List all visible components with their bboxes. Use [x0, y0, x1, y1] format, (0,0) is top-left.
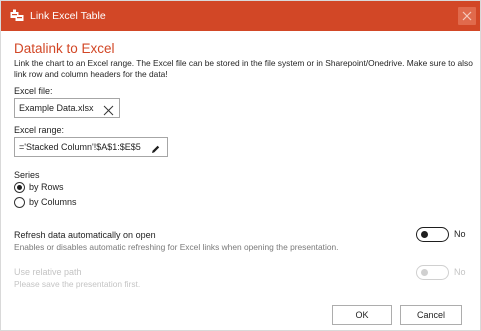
- window-title: Link Excel Table: [30, 10, 106, 22]
- relative-path-toggle-label: No: [454, 267, 466, 277]
- relative-path-description: Please save the presentation first.: [14, 279, 141, 289]
- page-description: Link the chart to an Excel range. The Ex…: [14, 58, 473, 79]
- excel-link-icon: [10, 9, 24, 23]
- refresh-description: Enables or disables automatic refreshing…: [14, 242, 339, 252]
- refresh-toggle[interactable]: [416, 227, 449, 242]
- remove-file-icon[interactable]: [103, 103, 114, 116]
- excel-range-field[interactable]: ='Stacked Column'!$A$1:$E$5: [14, 137, 168, 157]
- toggle-knob: [421, 269, 428, 276]
- relative-path-toggle[interactable]: [416, 265, 449, 280]
- pencil-icon[interactable]: [150, 142, 161, 153]
- excel-range-value: ='Stacked Column'!$A$1:$E$5: [19, 142, 141, 152]
- cancel-button[interactable]: Cancel: [400, 305, 462, 325]
- series-label: Series: [14, 170, 40, 180]
- toggle-knob: [421, 231, 428, 238]
- excel-file-field[interactable]: Example Data.xlsx: [14, 98, 120, 118]
- close-button[interactable]: [458, 7, 476, 25]
- page-title: Datalink to Excel: [14, 41, 115, 56]
- relative-path-label: Use relative path: [14, 267, 82, 277]
- radio-label-by-columns: by Columns: [29, 197, 77, 207]
- refresh-label: Refresh data automatically on open: [14, 230, 156, 240]
- close-icon: [462, 11, 472, 21]
- radio-by-rows[interactable]: [14, 182, 25, 193]
- radio-by-columns[interactable]: [14, 197, 25, 208]
- excel-file-name: Example Data.xlsx: [19, 103, 94, 113]
- title-bar: Link Excel Table: [1, 1, 480, 31]
- excel-range-label: Excel range:: [14, 125, 65, 135]
- refresh-toggle-label: No: [454, 229, 466, 239]
- excel-file-label: Excel file:: [14, 86, 53, 96]
- link-excel-dialog: Link Excel Table Datalink to Excel Link …: [0, 0, 481, 331]
- radio-label-by-rows: by Rows: [29, 182, 64, 192]
- ok-button[interactable]: OK: [332, 305, 392, 325]
